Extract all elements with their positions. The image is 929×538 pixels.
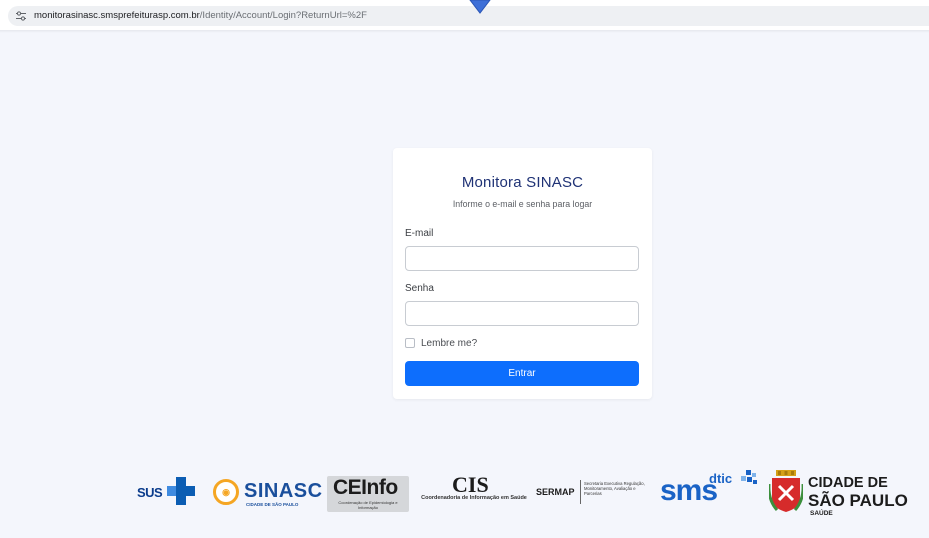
- ceinfo-logo-subtitle: Coordenação de Epidemiologia e Informaçã…: [338, 500, 398, 510]
- sinasc-logo-subtitle: CIDADE DE SÃO PAULO: [246, 502, 299, 507]
- login-card: Monitora SINASC Informe o e-mail e senha…: [393, 148, 652, 399]
- password-field[interactable]: [405, 301, 639, 326]
- login-button[interactable]: Entrar: [405, 361, 639, 386]
- url-path: /Identity/Account/Login?ReturnUrl=%2F: [199, 10, 367, 21]
- password-label: Senha: [405, 283, 434, 294]
- cidade-logo-line2: SÃO PAULO: [808, 491, 908, 510]
- dtic-logo: dtic: [709, 471, 733, 486]
- tune-icon[interactable]: [15, 10, 27, 22]
- remember-me-checkbox[interactable]: [405, 338, 415, 348]
- pointer-indicator-icon: [469, 0, 491, 14]
- dtic-pixels-icon: [741, 470, 757, 484]
- remember-me-label[interactable]: Lembre me?: [421, 338, 477, 349]
- login-subtitle: Informe o e-mail e senha para logar: [452, 199, 593, 209]
- email-field[interactable]: [405, 246, 639, 271]
- email-label: E-mail: [405, 228, 434, 239]
- cis-logo-subtitle: Coordenadoria de Informação em Saúde: [421, 495, 527, 501]
- page-title: Monitora SINASC: [461, 174, 584, 191]
- url-text[interactable]: monitorasinasc.smsprefeiturasp.com.br/Id…: [34, 10, 367, 21]
- address-bar-shadow: [0, 30, 929, 33]
- sinasc-logo: SINASC: [244, 480, 323, 502]
- sus-cross-icon: [167, 477, 195, 505]
- sermap-logo-subtitle: Secretaria Executiva Regulação, Monitora…: [584, 481, 645, 497]
- sermap-logo: SERMAP: [536, 487, 575, 497]
- remember-me-option[interactable]: Lembre me?: [405, 336, 477, 350]
- cidade-logo-line1: CIDADE DE: [808, 475, 888, 491]
- sao-paulo-coat-of-arms-icon: [769, 470, 803, 512]
- cidade-logo-line3: SAÚDE: [810, 510, 833, 517]
- sermap-divider: [580, 480, 581, 504]
- partner-logos: SUS ◉ SINASC CIDADE DE SÃO PAULO CEInfo …: [0, 462, 929, 522]
- url-domain: monitorasinasc.smsprefeiturasp.com.br: [34, 10, 200, 21]
- sus-logo: SUS: [137, 485, 163, 500]
- sinasc-emblem-icon: ◉: [213, 479, 239, 505]
- ceinfo-logo: CEInfo: [333, 476, 398, 499]
- address-bar: monitorasinasc.smsprefeiturasp.com.br/Id…: [0, 0, 929, 30]
